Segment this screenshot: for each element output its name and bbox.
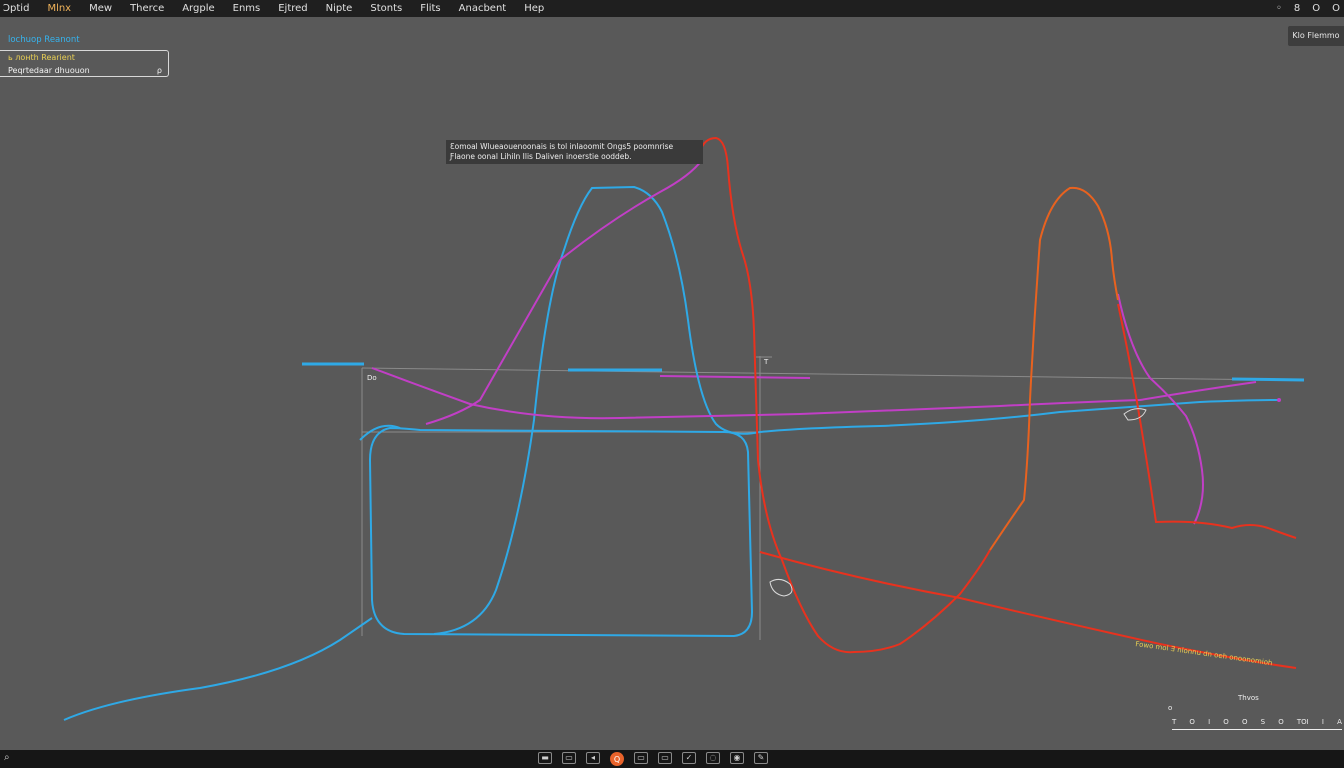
- taskbar-app-icon-7[interactable]: ◌: [706, 752, 720, 764]
- taskbar: ⌕ ▬ ▭ ◂ Q ▭ ▭ ✓ ◌ ◉ ✎: [0, 750, 1344, 768]
- layer-panel[interactable]: ь лонth Rearient Peqrtedaar dhuouon ρ: [0, 50, 169, 77]
- taskbar-icons: ▬ ▭ ◂ Q ▭ ▭ ✓ ◌ ◉ ✎: [538, 752, 768, 766]
- blue-arch-path[interactable]: [433, 185, 761, 635]
- ruler-label-a: Do: [367, 374, 377, 382]
- blue-rectangle-path[interactable]: [368, 426, 754, 638]
- sketch-mark-right: [1123, 408, 1147, 421]
- layer-name: ь лонth Rearient: [8, 53, 75, 62]
- orange-spike-path[interactable]: [989, 186, 1119, 551]
- scale-widget[interactable]: Thvos o T O I O O S O TOI I A: [1168, 694, 1342, 734]
- blue-marker-right[interactable]: [1231, 377, 1305, 382]
- scale-tick: O: [1223, 718, 1229, 726]
- taskbar-search-app-icon[interactable]: Q: [610, 752, 624, 766]
- taskbar-app-icon-2[interactable]: ◂: [586, 752, 600, 764]
- tooltip-line-1: Ɛomoal Wlueaouenoonais is tol inlaoomit …: [450, 142, 674, 151]
- corner-button[interactable]: Klo Flemmo: [1288, 26, 1344, 46]
- taskbar-app-icon-0[interactable]: ▬: [538, 752, 552, 764]
- scale-tick: O: [1189, 718, 1195, 726]
- magenta-path[interactable]: [371, 367, 1257, 420]
- red-spike-path[interactable]: [699, 136, 991, 654]
- drawing-canvas[interactable]: [0, 0, 1344, 768]
- guide-line-horizontal: [361, 367, 1281, 381]
- taskbar-app-icon-5[interactable]: ▭: [658, 752, 672, 764]
- scale-tick: O: [1278, 718, 1284, 726]
- taskbar-app-icon-8[interactable]: ◉: [730, 752, 744, 764]
- magenta-segment[interactable]: [659, 375, 811, 379]
- scale-ticks: T O I O O S O TOI I A: [1172, 718, 1342, 726]
- tooltip: Ɛomoal Wlueaouenoonais is tol inlaoomit …: [446, 140, 703, 164]
- scale-tick: I: [1321, 718, 1324, 726]
- scale-tick: S: [1260, 718, 1266, 726]
- search-icon[interactable]: ⌕: [4, 752, 10, 763]
- scale-tick: A: [1337, 718, 1342, 726]
- endpoint-dot[interactable]: [1277, 398, 1281, 402]
- magenta-right-path[interactable]: [1117, 293, 1204, 525]
- scale-glyph: o: [1168, 704, 1173, 712]
- scale-tick: TOI: [1296, 718, 1309, 726]
- scale-tick: I: [1208, 718, 1211, 726]
- layer-detail: Peqrtedaar dhuouon: [8, 66, 90, 75]
- scale-label: Thvos: [1238, 694, 1259, 702]
- taskbar-app-icon-6[interactable]: ✓: [682, 752, 696, 764]
- taskbar-app-icon-9[interactable]: ✎: [754, 752, 768, 764]
- app-window: Ɔptid Mlnx Mew Therce Argple Enms Ejtred…: [0, 0, 1344, 768]
- taskbar-app-icon-1[interactable]: ▭: [562, 752, 576, 764]
- scale-bar: [1172, 729, 1342, 730]
- red-bracket-path[interactable]: [1117, 303, 1297, 539]
- ruler-label-b: T: [764, 358, 769, 366]
- sketch-mark-left: [769, 578, 793, 597]
- taskbar-app-icon-4[interactable]: ▭: [634, 752, 648, 764]
- layer-pin-icon[interactable]: ρ: [157, 66, 162, 75]
- scale-tick: O: [1241, 718, 1248, 726]
- tooltip-line-2: Ƒlaone oonal Lihiln Ilis Daliven inoerst…: [450, 152, 632, 161]
- scale-tick: T: [1172, 718, 1177, 726]
- blue-baseline-path[interactable]: [63, 617, 373, 721]
- panel-title: lochuop Reanont: [8, 35, 80, 45]
- magenta-rise-path[interactable]: [425, 159, 703, 425]
